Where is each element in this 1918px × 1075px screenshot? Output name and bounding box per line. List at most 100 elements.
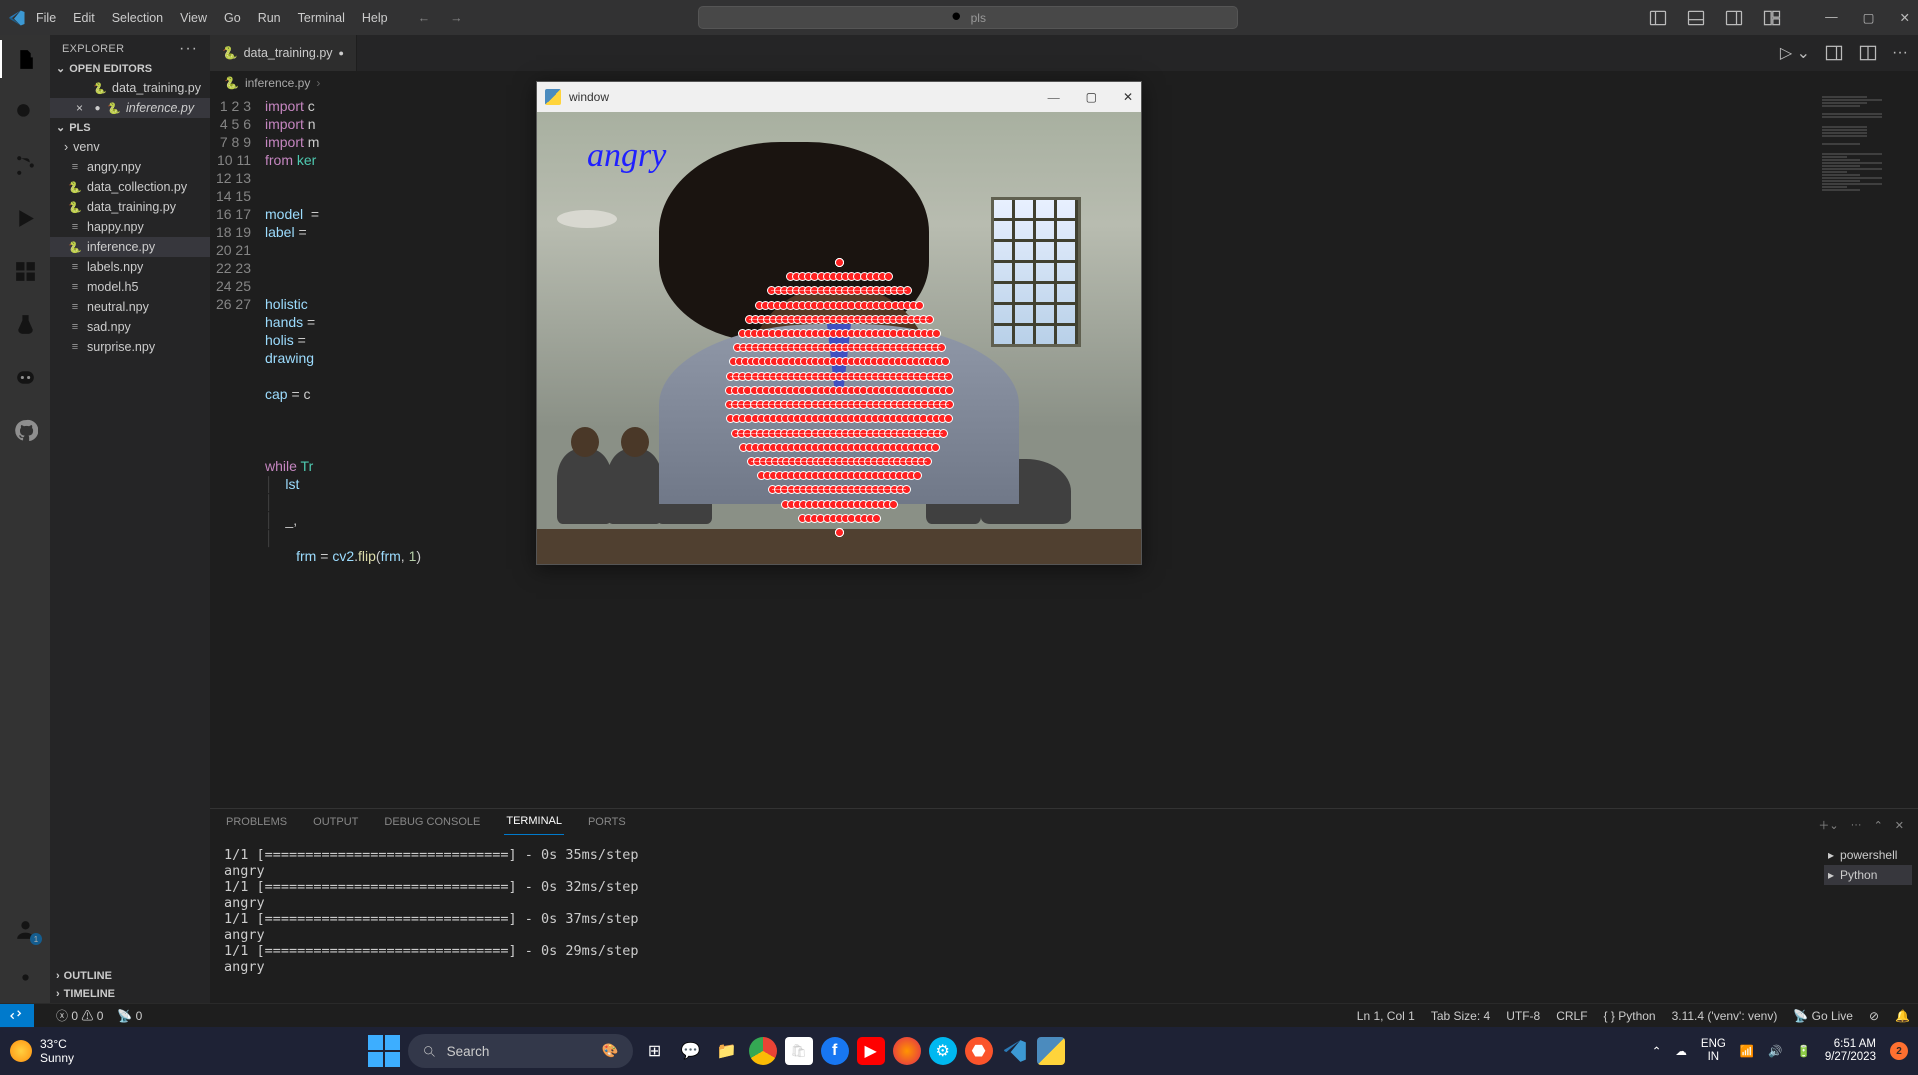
app-icon[interactable]: ⚙ [929, 1037, 957, 1065]
status-lncol[interactable]: Ln 1, Col 1 [1357, 1009, 1415, 1023]
command-center-search[interactable]: pls [698, 6, 1238, 29]
layout-sidebar-left-icon[interactable] [1648, 8, 1668, 28]
cv2-close-icon[interactable]: ✕ [1123, 90, 1133, 105]
layout-panel-icon[interactable] [1686, 8, 1706, 28]
status-bell-icon[interactable]: 🔔 [1895, 1009, 1910, 1023]
terminal-new-icon[interactable]: ＋⌄ [1818, 817, 1838, 833]
tray-language[interactable]: ENGIN [1701, 1038, 1726, 1064]
cv2-maximize-icon[interactable]: ▢ [1086, 90, 1097, 105]
panel-tab-debug-console[interactable]: DEBUG CONSOLE [382, 816, 482, 835]
start-button[interactable] [368, 1035, 400, 1067]
tray-wifi-icon[interactable]: 📶 [1740, 1044, 1754, 1058]
tray-volume-icon[interactable]: 🔊 [1768, 1044, 1782, 1058]
layout-customize-icon[interactable] [1762, 8, 1782, 28]
menu-selection[interactable]: Selection [112, 11, 163, 25]
timeline-section[interactable]: ›TIMELINE [50, 985, 210, 1003]
file-sad-npy[interactable]: ≡sad.npy [50, 317, 210, 337]
tray-chevron-up-icon[interactable]: ⌃ [1652, 1044, 1662, 1058]
taskbar-search[interactable]: Search 🎨 [408, 1034, 633, 1068]
activity-source-control-icon[interactable] [11, 151, 39, 179]
open-editor-inference[interactable]: × ● 🐍 inference.py [50, 98, 210, 118]
minimap[interactable] [1818, 95, 1918, 445]
status-feedback-icon[interactable]: ⊘ [1869, 1009, 1879, 1023]
run-button-icon[interactable]: ▷ ⌄ [1780, 43, 1810, 63]
tray-clock[interactable]: 6:51 AM9/27/2023 [1825, 1038, 1876, 1064]
taskview-icon[interactable]: ⊞ [641, 1037, 669, 1065]
panel-tab-terminal[interactable]: TERMINAL [504, 815, 564, 835]
file-angry-npy[interactable]: ≡angry.npy [50, 157, 210, 177]
file-model-h5[interactable]: ≡model.h5 [50, 277, 210, 297]
status-interpreter[interactable]: 3.11.4 ('venv': venv) [1672, 1009, 1778, 1023]
panel-tab-output[interactable]: OUTPUT [311, 816, 360, 835]
facebook-icon[interactable]: f [821, 1037, 849, 1065]
tab-data-training[interactable]: 🐍 data_training.py ● [210, 35, 357, 71]
status-eol[interactable]: CRLF [1556, 1009, 1587, 1023]
menu-help[interactable]: Help [362, 11, 388, 25]
cv2-titlebar[interactable]: window — ▢ ✕ [537, 82, 1141, 112]
cv2-minimize-icon[interactable]: — [1048, 90, 1060, 105]
folder-venv[interactable]: › venv [50, 137, 210, 157]
explorer-more-icon[interactable]: ··· [179, 46, 198, 52]
activity-extensions-icon[interactable] [11, 257, 39, 285]
split-editor-icon[interactable] [1824, 43, 1844, 63]
activity-copilot-icon[interactable] [11, 363, 39, 391]
terminal-entry-powershell[interactable]: ▸powershell [1824, 845, 1912, 865]
activity-run-debug-icon[interactable] [11, 204, 39, 232]
menu-terminal[interactable]: Terminal [298, 11, 345, 25]
status-language[interactable]: { } Python [1604, 1009, 1656, 1023]
menu-file[interactable]: File [36, 11, 56, 25]
file-surprise-npy[interactable]: ≡surprise.npy [50, 337, 210, 357]
open-editors-section[interactable]: ⌄ OPEN EDITORS [50, 59, 210, 78]
status-errors[interactable]: ⓧ 0 ⚠ 0 [56, 1007, 103, 1024]
close-icon[interactable]: × [76, 101, 88, 115]
panel-maximize-icon[interactable]: ⌃ [1874, 819, 1883, 832]
status-tabsize[interactable]: Tab Size: 4 [1431, 1009, 1490, 1023]
panel-tab-problems[interactable]: PROBLEMS [224, 816, 289, 835]
window-close-icon[interactable]: ✕ [1899, 10, 1909, 25]
layout-sidebar-right-icon[interactable] [1724, 8, 1744, 28]
terminal-output[interactable]: 1/1 [==============================] - 0… [210, 841, 1818, 1003]
tray-onedrive-icon[interactable]: ☁ [1675, 1044, 1687, 1058]
activity-testing-icon[interactable] [11, 310, 39, 338]
file-labels-npy[interactable]: ≡labels.npy [50, 257, 210, 277]
vscode-taskbar-icon[interactable] [1001, 1037, 1029, 1065]
activity-github-icon[interactable] [11, 416, 39, 444]
outline-section[interactable]: ›OUTLINE [50, 967, 210, 985]
layout-icon[interactable] [1858, 43, 1878, 63]
status-golive[interactable]: 📡 Go Live [1793, 1009, 1853, 1023]
tray-notification-badge[interactable]: 2 [1890, 1042, 1908, 1060]
file-data-collection[interactable]: 🐍data_collection.py [50, 177, 210, 197]
status-encoding[interactable]: UTF-8 [1506, 1009, 1540, 1023]
panel-close-icon[interactable]: ✕ [1895, 819, 1904, 832]
brave-icon[interactable]: ⬣ [965, 1037, 993, 1065]
chat-icon[interactable]: 💬 [677, 1037, 705, 1065]
activity-settings-icon[interactable] [11, 963, 39, 991]
terminal-more-icon[interactable]: ··· [1851, 819, 1862, 831]
file-data-training[interactable]: 🐍data_training.py [50, 197, 210, 217]
project-section[interactable]: ⌄ PLS [50, 118, 210, 137]
activity-explorer-icon[interactable] [11, 45, 39, 73]
python-taskbar-icon[interactable] [1037, 1037, 1065, 1065]
taskbar-weather[interactable]: 33°CSunny [10, 1037, 74, 1065]
ms-store-icon[interactable]: 🛍 [785, 1037, 813, 1065]
nav-back-icon[interactable]: ← [418, 11, 431, 25]
menu-edit[interactable]: Edit [73, 11, 95, 25]
menu-go[interactable]: Go [224, 11, 241, 25]
terminal-entry-python[interactable]: ▸Python [1824, 865, 1912, 885]
menu-view[interactable]: View [180, 11, 207, 25]
youtube-icon[interactable]: ▶ [857, 1037, 885, 1065]
window-minimize-icon[interactable]: — [1825, 10, 1838, 25]
status-ports[interactable]: 📡 0 [117, 1009, 142, 1023]
file-happy-npy[interactable]: ≡happy.npy [50, 217, 210, 237]
firefox-icon[interactable] [893, 1037, 921, 1065]
remote-indicator-icon[interactable] [0, 1004, 34, 1028]
tray-battery-icon[interactable]: 🔋 [1796, 1044, 1810, 1058]
file-inference[interactable]: 🐍inference.py [50, 237, 210, 257]
panel-tab-ports[interactable]: PORTS [586, 816, 628, 835]
file-explorer-icon[interactable]: 📁 [713, 1037, 741, 1065]
menu-run[interactable]: Run [258, 11, 281, 25]
activity-accounts-icon[interactable]: 1 [11, 915, 39, 943]
window-maximize-icon[interactable]: ▢ [1863, 10, 1875, 25]
activity-search-icon[interactable] [11, 98, 39, 126]
file-neutral-npy[interactable]: ≡neutral.npy [50, 297, 210, 317]
